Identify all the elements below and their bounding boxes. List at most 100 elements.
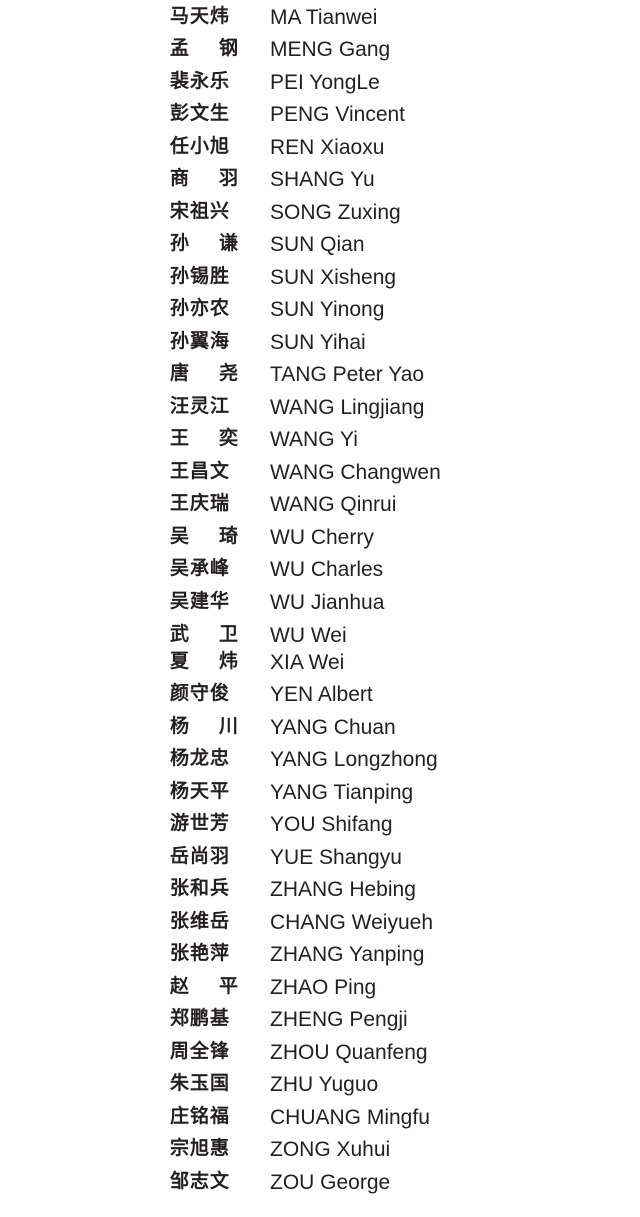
chinese-name: 马天炜 xyxy=(170,5,231,27)
name-row: 汪灵江 WANG Lingjiang xyxy=(0,391,640,421)
chinese-name: 邹志文 xyxy=(170,1170,231,1192)
name-row: 杨龙忠 YANG Longzhong xyxy=(0,743,640,773)
name-row: 孙谦 SUN Qian xyxy=(0,228,640,258)
name-row: 吴承峰 WU Charles xyxy=(0,553,640,583)
chinese-name: 宗旭惠 xyxy=(170,1137,231,1159)
name-row: 庄铭福 CHUANG Mingfu xyxy=(0,1101,640,1131)
english-name: WANG Lingjiang xyxy=(270,396,425,419)
name-row: 游世芳 YOU Shifang xyxy=(0,808,640,838)
chinese-name: 汪灵江 xyxy=(170,395,231,417)
chinese-name: 吴琦 xyxy=(170,525,238,547)
name-row: 马天炜 MA Tianwei xyxy=(0,1,640,31)
chinese-name: 杨川 xyxy=(170,715,238,737)
name-row: 张艳萍 ZHANG Yanping xyxy=(0,938,640,968)
english-name: ZHANG Hebing xyxy=(270,878,416,901)
name-row: 张和兵 ZHANG Hebing xyxy=(0,873,640,903)
english-name: SUN Yinong xyxy=(270,298,385,321)
chinese-name: 孙谦 xyxy=(170,232,238,254)
name-row: 孙亦农 SUN Yinong xyxy=(0,293,640,323)
name-row: 彭文生 PENG Vincent xyxy=(0,98,640,128)
name-row: 唐尧 TANG Peter Yao xyxy=(0,358,640,388)
chinese-name: 赵平 xyxy=(170,975,238,997)
chinese-name: 张和兵 xyxy=(170,877,231,899)
chinese-name: 孙翼海 xyxy=(170,330,231,352)
english-name: PEI YongLe xyxy=(270,71,380,94)
chinese-name: 任小旭 xyxy=(170,135,231,157)
chinese-name: 裴永乐 xyxy=(170,70,231,92)
name-row: 裴永乐 PEI YongLe xyxy=(0,66,640,96)
name-row: 朱玉国 ZHU Yuguo xyxy=(0,1068,640,1098)
english-name: XIA Wei xyxy=(270,651,345,674)
chinese-name: 孟钢 xyxy=(170,37,238,59)
english-name: SUN Yihai xyxy=(270,331,366,354)
english-name: WU Jianhua xyxy=(270,591,385,614)
chinese-name: 唐尧 xyxy=(170,362,238,384)
english-name: WANG Changwen xyxy=(270,461,441,484)
english-name: SUN Qian xyxy=(270,233,365,256)
name-row: 孙翼海 SUN Yihai xyxy=(0,326,640,356)
chinese-name: 王奕 xyxy=(170,427,238,449)
name-row: 赵平 ZHAO Ping xyxy=(0,971,640,1001)
chinese-name: 吴建华 xyxy=(170,590,231,612)
english-name: ZONG Xuhui xyxy=(270,1138,391,1161)
chinese-name: 夏炜 xyxy=(170,650,238,672)
name-row: 王奕 WANG Yi xyxy=(0,423,640,453)
chinese-name: 岳尚羽 xyxy=(170,845,231,867)
name-row: 王庆瑞 WANG Qinrui xyxy=(0,488,640,518)
name-row: 张维岳 CHANG Weiyueh xyxy=(0,906,640,936)
chinese-name: 颜守俊 xyxy=(170,682,231,704)
name-row: 杨川 YANG Chuan xyxy=(0,711,640,741)
name-row: 吴琦 WU Cherry xyxy=(0,521,640,551)
english-name: YANG Tianping xyxy=(270,781,414,804)
english-name: WU Charles xyxy=(270,558,384,581)
chinese-name: 张维岳 xyxy=(170,910,231,932)
chinese-name: 武卫 xyxy=(170,623,238,645)
name-row: 杨天平 YANG Tianping xyxy=(0,776,640,806)
name-row: 周全锋 ZHOU Quanfeng xyxy=(0,1036,640,1066)
name-row: 宗旭惠 ZONG Xuhui xyxy=(0,1133,640,1163)
name-row: 任小旭 REN Xiaoxu xyxy=(0,131,640,161)
chinese-name: 周全锋 xyxy=(170,1040,231,1062)
name-list: 马天炜 MA Tianwei 孟钢 MENG Gang 裴永乐 PEI YongLe 彭文生… xyxy=(0,0,640,1217)
name-row: 王昌文 WANG Changwen xyxy=(0,456,640,486)
english-name: ZHOU Quanfeng xyxy=(270,1041,428,1064)
english-name: SUN Xisheng xyxy=(270,266,397,289)
english-name: ZHAO Ping xyxy=(270,976,377,999)
chinese-name: 吴承峰 xyxy=(170,557,231,579)
name-row: 武卫 WU Wei xyxy=(0,619,640,649)
english-name: WANG Qinrui xyxy=(270,493,397,516)
english-name: YANG Longzhong xyxy=(270,748,438,771)
english-name: YUE Shangyu xyxy=(270,846,402,869)
chinese-name: 庄铭福 xyxy=(170,1105,231,1127)
english-name: TANG Peter Yao xyxy=(270,363,425,386)
chinese-name: 杨天平 xyxy=(170,780,231,802)
chinese-name: 彭文生 xyxy=(170,102,231,124)
chinese-name: 孙亦农 xyxy=(170,297,231,319)
english-name: SONG Zuxing xyxy=(270,201,401,224)
chinese-name: 王庆瑞 xyxy=(170,492,231,514)
english-name: YOU Shifang xyxy=(270,813,393,836)
english-name: MA Tianwei xyxy=(270,6,378,29)
name-row: 夏炜 XIA Wei xyxy=(0,646,640,676)
english-name: SHANG Yu xyxy=(270,168,375,191)
english-name: ZHU Yuguo xyxy=(270,1073,379,1096)
english-name: WU Cherry xyxy=(270,526,374,549)
chinese-name: 杨龙忠 xyxy=(170,747,231,769)
english-name: MENG Gang xyxy=(270,38,391,61)
chinese-name: 朱玉国 xyxy=(170,1072,231,1094)
english-name: CHUANG Mingfu xyxy=(270,1106,430,1129)
chinese-name: 郑鹏基 xyxy=(170,1007,231,1029)
chinese-name: 孙锡胜 xyxy=(170,265,231,287)
chinese-name: 商羽 xyxy=(170,167,238,189)
name-row: 孙锡胜 SUN Xisheng xyxy=(0,261,640,291)
name-row: 商羽 SHANG Yu xyxy=(0,163,640,193)
name-row: 宋祖兴 SONG Zuxing xyxy=(0,196,640,226)
chinese-name: 宋祖兴 xyxy=(170,200,231,222)
english-name: WANG Yi xyxy=(270,428,358,451)
chinese-name: 王昌文 xyxy=(170,460,231,482)
english-name: YANG Chuan xyxy=(270,716,396,739)
english-name: PENG Vincent xyxy=(270,103,406,126)
english-name: REN Xiaoxu xyxy=(270,136,385,159)
english-name: ZHENG Pengji xyxy=(270,1008,408,1031)
name-row: 邹志文 ZOU George xyxy=(0,1166,640,1196)
